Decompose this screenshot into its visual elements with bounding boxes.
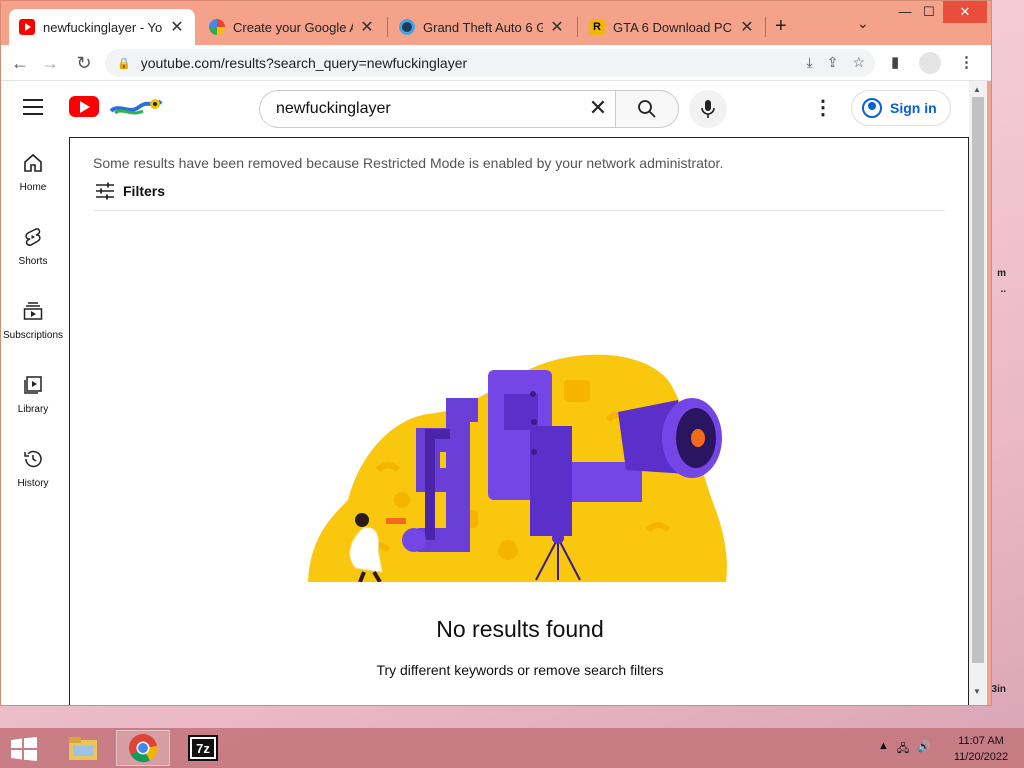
taskbar-7zip[interactable]: 7z <box>176 730 230 766</box>
profile-avatar[interactable] <box>919 52 941 74</box>
reload-button[interactable]: ↻ <box>73 52 95 74</box>
tab-separator <box>387 17 388 37</box>
tab-search-button[interactable]: ⌄ <box>857 15 869 32</box>
tab-close-icon[interactable]: ✕ <box>549 17 565 37</box>
no-results-title: No results found <box>436 616 604 642</box>
url-text: youtube.com/results?search_query=newfuck… <box>140 55 468 71</box>
address-bar[interactable]: 🔒 youtube.com/results?search_query=newfu… <box>105 49 875 77</box>
subscriptions-icon <box>23 302 43 320</box>
guide-label: History <box>17 478 49 489</box>
show-hidden-icons[interactable]: ▲ <box>878 740 889 759</box>
doodle-logo[interactable] <box>109 95 167 119</box>
guide-item-library[interactable]: Library <box>1 359 65 429</box>
browser-toolbar: ← → ↻ 🔒 youtube.com/results?search_query… <box>1 45 991 81</box>
share-icon[interactable]: ⇪ <box>827 54 839 71</box>
search-button[interactable] <box>615 90 679 128</box>
account-icon <box>862 98 882 118</box>
youtube-masthead: newfuckinglayer ✕ ⋮ Sign in <box>1 81 969 137</box>
windows-start-icon[interactable] <box>10 737 38 761</box>
browser-menu-icon[interactable]: ⋮ <box>959 53 974 71</box>
search-input[interactable]: newfuckinglayer <box>259 90 615 128</box>
tab-strip: newfuckinglayer - YouTube ✕ Create your … <box>1 1 991 45</box>
tab-close-icon[interactable]: ✕ <box>359 17 375 37</box>
page-scrollbar[interactable]: ▲ ▼ <box>969 81 987 705</box>
guide-item-home[interactable]: Home <box>1 137 65 207</box>
browser-window: newfuckinglayer - YouTube ✕ Create your … <box>0 0 992 706</box>
tab-title: GTA 6 Download PC Game <box>613 19 733 35</box>
guide-label: Home <box>19 182 47 193</box>
no-results-hint: Try different keywords or remove search … <box>376 662 664 678</box>
desktop-icon-fragment: .. <box>1000 284 1006 295</box>
rockstar-favicon-icon: R <box>589 19 605 35</box>
tab-close-icon[interactable]: ✕ <box>739 17 755 37</box>
back-button[interactable]: ← <box>9 52 31 74</box>
youtube-logo[interactable] <box>69 96 99 117</box>
folder-icon <box>69 737 97 760</box>
tab-title: newfuckinglayer - YouTube <box>43 19 163 35</box>
filters-button[interactable]: Filters <box>95 182 165 200</box>
sign-in-button[interactable]: Sign in <box>851 90 951 126</box>
tab-separator <box>765 17 766 37</box>
tab-gta6[interactable]: Grand Theft Auto 6 GTA ✕ <box>389 9 575 45</box>
google-favicon-icon <box>209 19 225 35</box>
tab-google-account[interactable]: Create your Google Account ✕ <box>199 9 385 45</box>
no-results-illustration <box>308 354 727 582</box>
desktop-icon-fragment: 3in <box>991 684 1006 695</box>
search-results-panel: Some results have been removed because R… <box>69 137 969 705</box>
tab-youtube[interactable]: newfuckinglayer - YouTube ✕ <box>9 9 195 45</box>
chrome-icon <box>129 734 158 763</box>
svg-text:7z: 7z <box>196 741 210 756</box>
system-tray: ▲ 🖧 🔊 <box>878 740 931 759</box>
side-panel-icon[interactable]: ▮ <box>891 53 899 71</box>
shorts-icon <box>25 228 41 246</box>
clear-search-icon[interactable]: ✕ <box>587 97 609 120</box>
volume-icon[interactable]: 🔊 <box>917 740 931 759</box>
clock-time: 11:07 AM <box>958 735 1004 747</box>
tab-title: Create your Google Account <box>233 19 353 35</box>
taskbar-chrome[interactable] <box>116 730 170 766</box>
sign-in-label: Sign in <box>890 100 937 116</box>
scrollbar-thumb[interactable] <box>972 97 984 663</box>
forward-button[interactable]: → <box>39 52 61 74</box>
network-icon[interactable]: 🖧 <box>897 740 909 759</box>
gta-favicon-icon <box>399 19 415 35</box>
close-window-button[interactable]: ✕ <box>943 1 987 23</box>
guide-label: Shorts <box>18 256 48 267</box>
microphone-icon <box>701 100 715 118</box>
7zip-icon: 7z <box>188 735 218 761</box>
tab-close-icon[interactable]: ✕ <box>169 17 185 37</box>
filters-label: Filters <box>123 183 166 199</box>
library-icon <box>24 376 42 394</box>
scroll-down-icon[interactable]: ▼ <box>973 687 981 696</box>
filter-sliders-icon <box>96 182 114 200</box>
lock-icon: 🔒 <box>117 57 131 70</box>
tab-separator <box>577 17 578 37</box>
taskbar-file-explorer[interactable] <box>56 730 110 766</box>
new-tab-button[interactable]: + <box>775 15 787 38</box>
restricted-mode-notice: Some results have been removed because R… <box>93 155 724 171</box>
desktop-icon-fragment: m <box>997 268 1006 279</box>
search-icon <box>638 100 656 118</box>
voice-search-button[interactable] <box>689 90 727 128</box>
filters-divider <box>93 210 945 211</box>
clock-date: 11/20/2022 <box>953 751 1009 763</box>
history-icon <box>24 450 42 468</box>
youtube-page: newfuckinglayer ✕ ⋮ Sign in Home Shorts <box>1 81 969 705</box>
hamburger-menu-icon[interactable] <box>23 99 43 115</box>
scroll-up-icon[interactable]: ▲ <box>973 85 981 94</box>
settings-more-icon[interactable]: ⋮ <box>813 97 833 121</box>
home-icon <box>24 153 42 172</box>
windows-taskbar: 7z ▲ 🖧 🔊 11:07 AM 11/20/2022 <box>0 728 1024 768</box>
guide-item-subscriptions[interactable]: Subscriptions <box>1 285 65 355</box>
guide-label: Subscriptions <box>2 330 64 341</box>
youtube-favicon-icon <box>19 19 35 35</box>
install-app-icon[interactable]: ⤓ <box>807 54 813 71</box>
tab-gta6-download[interactable]: R GTA 6 Download PC Game ✕ <box>579 9 765 45</box>
guide-item-history[interactable]: History <box>1 433 65 503</box>
guide-item-shorts[interactable]: Shorts <box>1 211 65 281</box>
tab-title: Grand Theft Auto 6 GTA <box>423 19 543 35</box>
bookmark-star-icon[interactable]: ☆ <box>852 54 865 71</box>
taskbar-clock[interactable]: 11:07 AM 11/20/2022 <box>946 733 1016 765</box>
guide-label: Library <box>17 404 49 415</box>
